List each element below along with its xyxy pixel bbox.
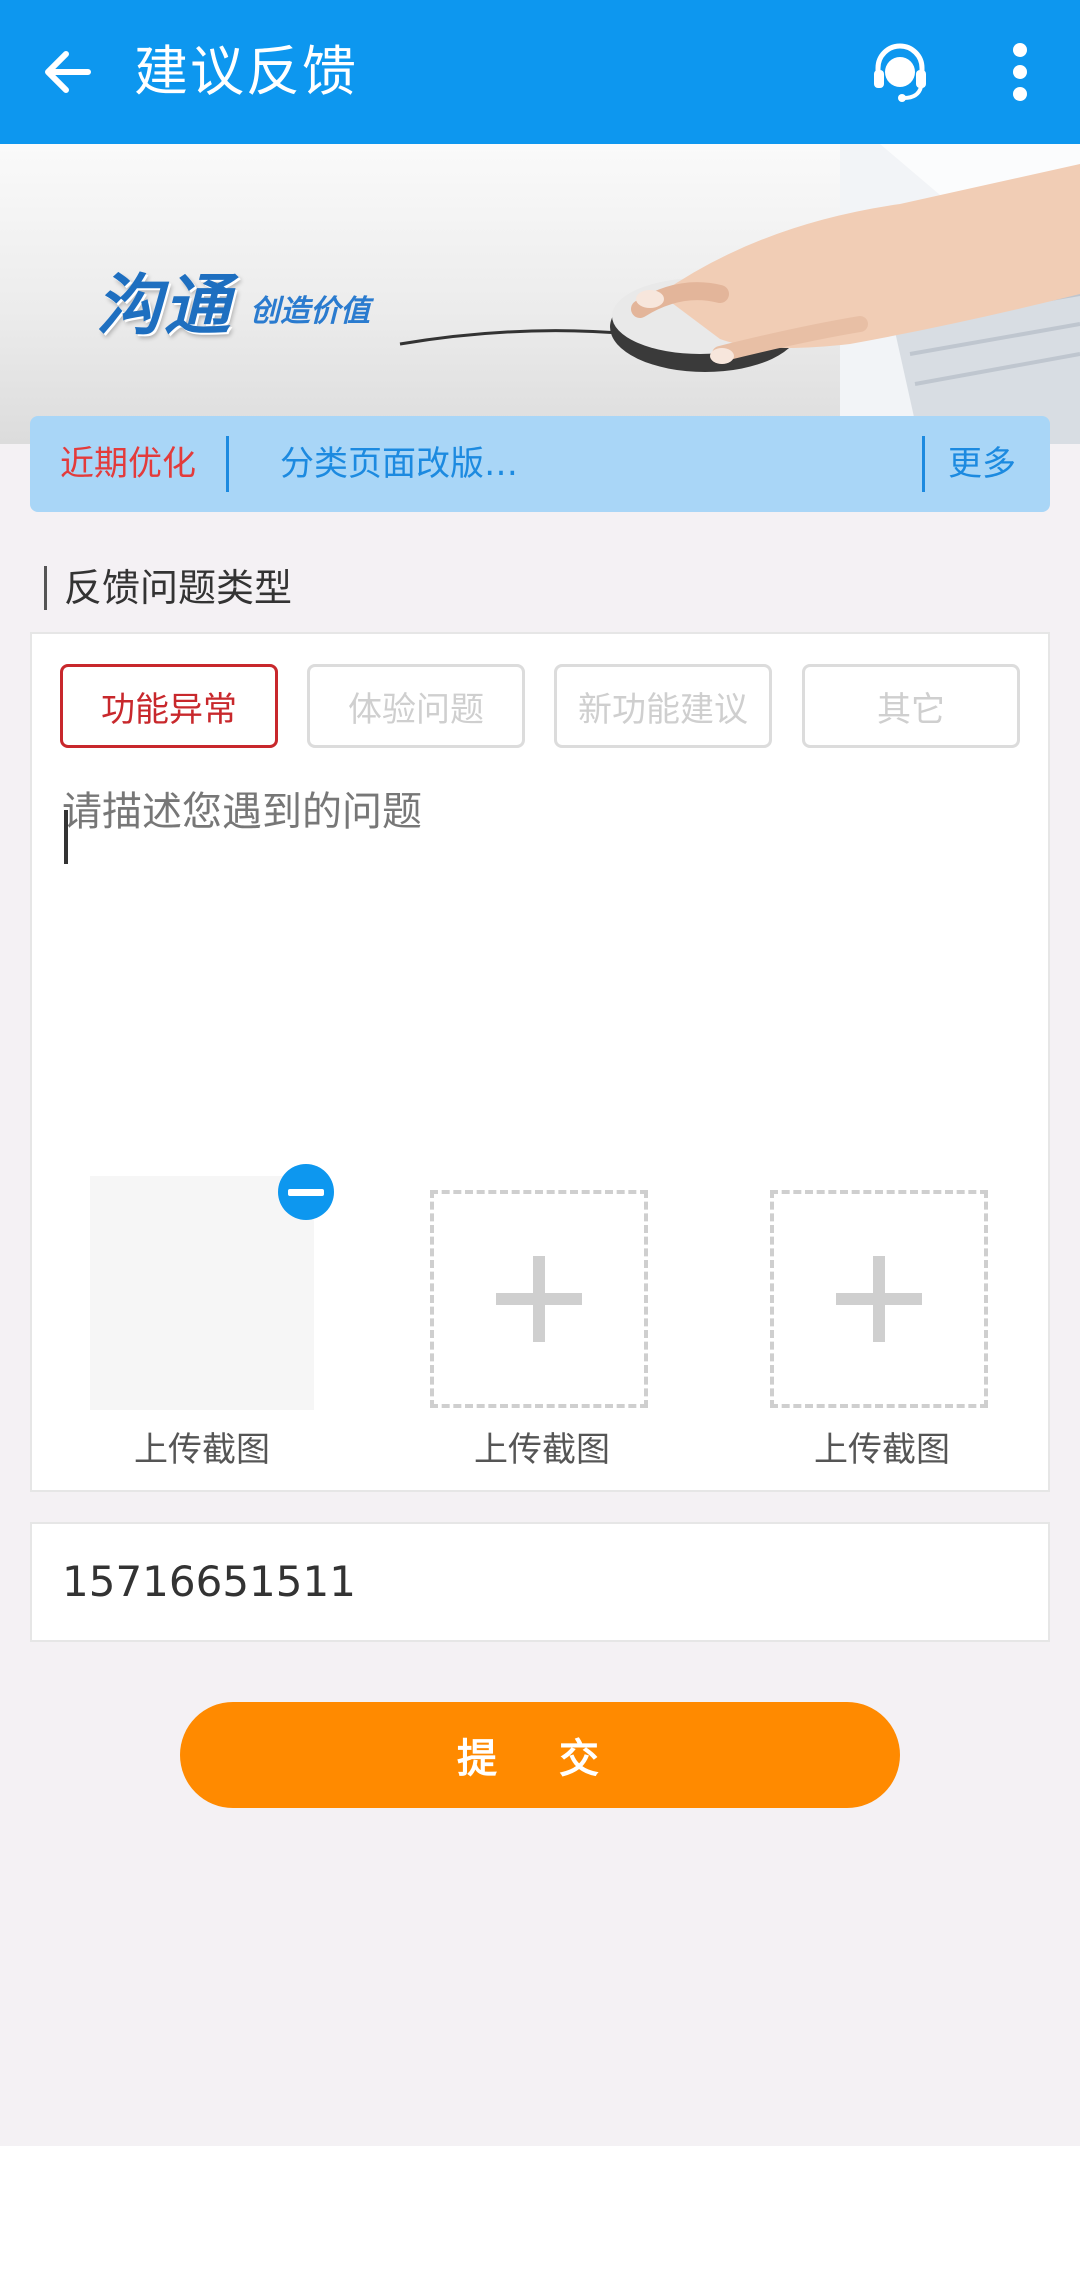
page-title: 建议反馈 (134, 40, 358, 103)
type-option-function-error[interactable]: 功能异常 (60, 664, 278, 748)
type-option-experience[interactable]: 体验问题 (307, 664, 525, 748)
upload-label: 上传截图 (474, 1430, 610, 1470)
add-screenshot-button[interactable] (430, 1190, 648, 1408)
app-bar: 建议反馈 (0, 0, 1080, 144)
banner-logo-text: 沟通 (96, 267, 232, 344)
banner: 沟通 创造价值 (0, 144, 1080, 444)
description-textarea[interactable] (62, 784, 1022, 1084)
more-options-button[interactable] (996, 30, 1044, 114)
notice-more-link[interactable]: 更多 (948, 440, 1016, 488)
section-title: 反馈问题类型 (64, 566, 293, 610)
section-accent-bar (44, 566, 47, 610)
customer-service-button[interactable] (862, 30, 938, 114)
notice-bar[interactable]: 近期优化 分类页面改版… 更多 (30, 416, 1050, 512)
contact-phone-field[interactable]: 15716651511 (30, 1522, 1050, 1642)
back-button[interactable] (24, 28, 112, 116)
notice-tag: 近期优化 (60, 444, 196, 484)
feedback-card: 功能异常 体验问题 新功能建议 其它 上传截图 上传截图 上传截图 (30, 632, 1050, 1492)
headset-icon (874, 43, 926, 102)
notice-divider (226, 436, 229, 492)
add-screenshot-button[interactable] (770, 1190, 988, 1408)
arrow-left-icon (45, 51, 91, 93)
type-option-other[interactable]: 其它 (802, 664, 1020, 748)
upload-label: 上传截图 (134, 1430, 270, 1470)
remove-image-button[interactable] (278, 1164, 334, 1220)
uploaded-screenshot-thumbnail[interactable] (90, 1176, 314, 1410)
text-cursor (64, 810, 68, 864)
notice-divider (922, 436, 925, 492)
submit-button[interactable]: 提 交 (180, 1702, 900, 1808)
minus-icon (288, 1188, 324, 1196)
banner-slogan: 创造价值 (250, 294, 370, 329)
more-vert-icon (1013, 43, 1027, 101)
type-option-new-feature[interactable]: 新功能建议 (554, 664, 772, 748)
upload-label: 上传截图 (814, 1430, 950, 1470)
notice-text[interactable]: 分类页面改版… (280, 440, 518, 488)
